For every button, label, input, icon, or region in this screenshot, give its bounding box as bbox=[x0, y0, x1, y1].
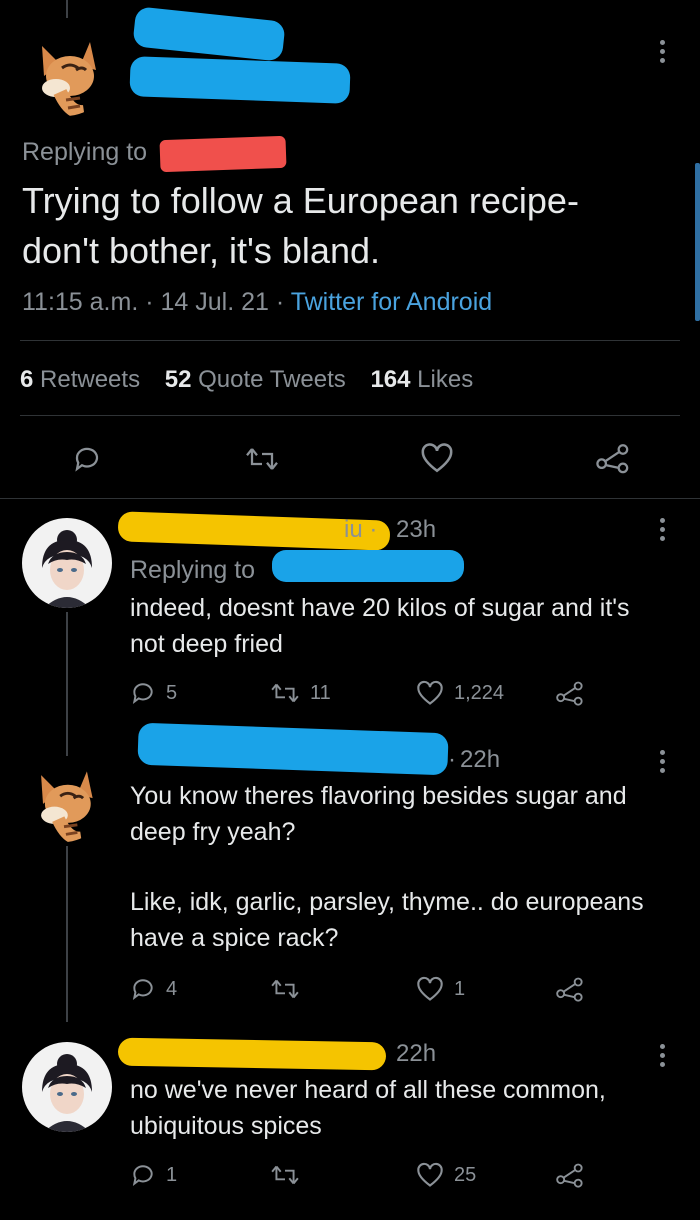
more-options-main[interactable] bbox=[660, 40, 666, 63]
reply1-replying-to: Replying to bbox=[130, 556, 256, 584]
redaction-name bbox=[132, 6, 286, 62]
avatar-fox[interactable] bbox=[22, 758, 106, 842]
reply3-reply-action[interactable]: 1 bbox=[130, 1162, 177, 1188]
redaction-name-reply2 bbox=[137, 722, 449, 776]
more-options-reply3[interactable] bbox=[660, 1044, 666, 1067]
thread-line-top bbox=[66, 0, 68, 18]
reply3-text-line2: ubiquitous spices bbox=[130, 1112, 322, 1140]
like-icon[interactable] bbox=[420, 442, 454, 474]
redaction-replying-to bbox=[159, 135, 287, 173]
reply2-text-line4: have a spice rack? bbox=[130, 924, 339, 952]
reply1-share-action[interactable] bbox=[556, 680, 584, 706]
quotes-label: Quote Tweets bbox=[198, 366, 346, 393]
like-icon bbox=[416, 1162, 444, 1188]
reply-icon bbox=[130, 680, 156, 706]
replying-to-label: Replying to bbox=[22, 138, 148, 166]
reply2-retweet-action[interactable] bbox=[270, 976, 300, 1002]
reply1-reply-count: 5 bbox=[166, 681, 178, 704]
redaction-handle bbox=[129, 56, 351, 104]
reply3-share-action[interactable] bbox=[556, 1162, 584, 1188]
quotes-stat[interactable]: 52 Quote Tweets bbox=[165, 366, 346, 393]
reply1-time: 23h bbox=[396, 516, 437, 543]
tweet-text-line2: don't bother, it's bland. bbox=[22, 230, 380, 271]
avatar-woman[interactable] bbox=[22, 1042, 112, 1132]
reply1-like-action[interactable]: 1,224 bbox=[416, 680, 504, 706]
reply-icon bbox=[130, 1162, 156, 1188]
like-icon bbox=[416, 680, 444, 706]
like-icon bbox=[416, 976, 444, 1002]
reply3-retweet-action[interactable] bbox=[270, 1162, 300, 1188]
reply3-like-action[interactable]: 25 bbox=[416, 1162, 476, 1188]
tweet-source-link[interactable]: Twitter for Android bbox=[291, 288, 492, 316]
meta-dot: · bbox=[268, 288, 291, 316]
divider bbox=[20, 340, 680, 341]
redaction-replying-to-reply1 bbox=[272, 550, 464, 582]
reply2-text-line2: deep fry yeah? bbox=[130, 818, 296, 846]
likes-count: 164 bbox=[370, 366, 411, 393]
reply2-text-line3: Like, idk, garlic, parsley, thyme.. do e… bbox=[130, 888, 644, 916]
tweet-time: 11:15 a.m. bbox=[22, 288, 139, 316]
thread-line-reply1 bbox=[66, 612, 68, 742]
retweet-icon[interactable] bbox=[244, 444, 280, 474]
reply2-time: 22h bbox=[460, 746, 501, 773]
reply2-reply-count: 4 bbox=[166, 977, 178, 1000]
tweet-text-line1: Trying to follow a European recipe- bbox=[22, 180, 579, 221]
share-icon bbox=[556, 1162, 584, 1188]
reply1-retweet-count: 11 bbox=[310, 681, 331, 704]
share-icon bbox=[556, 976, 584, 1002]
retweet-icon bbox=[270, 680, 300, 706]
divider bbox=[20, 415, 680, 416]
avatar-fox[interactable] bbox=[22, 28, 110, 116]
tweet-date: 14 Jul. 21 bbox=[160, 288, 269, 316]
reply1-text-line2: not deep fried bbox=[130, 630, 283, 658]
retweets-stat[interactable]: 6 Retweets bbox=[20, 366, 140, 393]
more-options-reply2[interactable] bbox=[660, 750, 666, 773]
reply2-like-count: 1 bbox=[454, 977, 466, 1000]
reply1-reply-action[interactable]: 5 bbox=[130, 680, 177, 706]
divider-full bbox=[0, 498, 700, 499]
likes-stat[interactable]: 164 Likes bbox=[370, 366, 473, 393]
more-options-reply1[interactable] bbox=[660, 518, 666, 541]
retweets-count: 6 bbox=[20, 366, 34, 393]
likes-label: Likes bbox=[417, 366, 474, 393]
reply-icon[interactable] bbox=[72, 444, 102, 474]
retweet-icon bbox=[270, 976, 300, 1002]
reply-icon bbox=[130, 976, 156, 1002]
reply2-share-action[interactable] bbox=[556, 976, 584, 1002]
reply2-like-action[interactable]: 1 bbox=[416, 976, 465, 1002]
thread-line-reply2-bottom bbox=[66, 846, 68, 1022]
tweet-stats: 6 Retweets 52 Quote Tweets 164 Likes bbox=[20, 366, 473, 394]
reply1-retweet-action[interactable]: 11 bbox=[270, 680, 331, 706]
redaction-name-reply3 bbox=[117, 1037, 387, 1071]
reply1-text-line1: indeed, doesnt have 20 kilos of sugar an… bbox=[130, 594, 630, 622]
retweets-label: Retweets bbox=[40, 366, 141, 393]
thread-line-reply2 bbox=[66, 730, 68, 756]
quotes-count: 52 bbox=[164, 366, 192, 393]
reply3-text-line1: no we've never heard of all these common… bbox=[130, 1076, 606, 1104]
reply2-text-line1: You know theres flavoring besides sugar … bbox=[130, 782, 627, 810]
meta-dot: · bbox=[138, 288, 161, 316]
avatar-woman[interactable] bbox=[22, 518, 112, 608]
reply3-like-count: 25 bbox=[454, 1163, 477, 1186]
share-icon bbox=[556, 680, 584, 706]
share-icon[interactable] bbox=[596, 442, 630, 474]
tweet-meta: 11:15 a.m. · 14 Jul. 21 · Twitter for An… bbox=[22, 288, 492, 317]
retweet-icon bbox=[270, 1162, 300, 1188]
reply3-time: 22h bbox=[396, 1040, 437, 1067]
reply1-handle-fragment: iu · bbox=[344, 516, 377, 544]
scrollbar[interactable] bbox=[695, 163, 700, 321]
reply2-reply-action[interactable]: 4 bbox=[130, 976, 177, 1002]
reply1-like-count: 1,224 bbox=[454, 681, 505, 704]
reply2-handle-fragment: · bbox=[448, 746, 456, 773]
reply1-handle-text: iu · bbox=[344, 516, 378, 543]
reply3-reply-count: 1 bbox=[166, 1163, 178, 1186]
